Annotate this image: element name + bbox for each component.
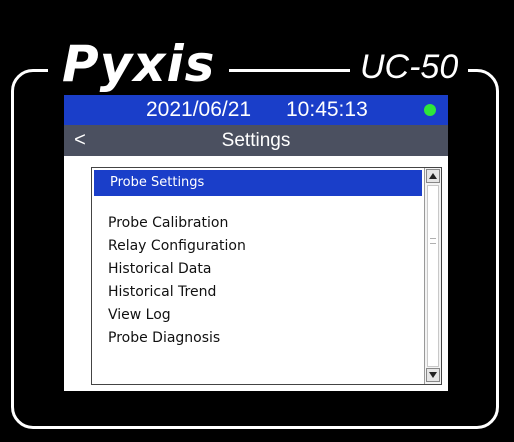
arrow-up-icon bbox=[429, 173, 437, 179]
menu-item-relay-configuration[interactable]: Relay Configuration bbox=[94, 235, 422, 257]
status-indicator-icon bbox=[424, 104, 436, 116]
scroll-down-button[interactable] bbox=[426, 368, 440, 382]
arrow-down-icon bbox=[429, 372, 437, 378]
thumb-grip-icon bbox=[430, 238, 436, 244]
model-label: UC-50 bbox=[350, 44, 469, 90]
menu-item-historical-trend[interactable]: Historical Trend bbox=[94, 281, 422, 303]
settings-menu-list: Probe Settings Probe Calibration Relay C… bbox=[91, 167, 442, 385]
controller-device: Pyxis UC-50 2021/06/21 10:45:13 Settings… bbox=[0, 0, 514, 442]
menu-item-probe-calibration[interactable]: Probe Calibration bbox=[94, 212, 422, 234]
brand-logo: Pyxis bbox=[48, 34, 230, 94]
menu-item-probe-settings[interactable]: Probe Settings bbox=[94, 170, 422, 196]
page-title: Settings bbox=[221, 130, 291, 151]
status-time: 10:45:13 bbox=[286, 98, 368, 121]
scroll-up-button[interactable] bbox=[426, 169, 440, 183]
menu-item-view-log[interactable]: View Log bbox=[94, 304, 422, 326]
title-bar: Settings < bbox=[64, 125, 448, 156]
status-bar: 2021/06/21 10:45:13 bbox=[64, 95, 448, 125]
menu-items: Probe Settings Probe Calibration Relay C… bbox=[92, 168, 422, 384]
status-date: 2021/06/21 bbox=[146, 98, 252, 121]
menu-item-probe-diagnosis[interactable]: Probe Diagnosis bbox=[94, 327, 422, 349]
scroll-thumb[interactable] bbox=[427, 185, 439, 367]
back-button[interactable]: < bbox=[68, 125, 92, 156]
display-screen: 2021/06/21 10:45:13 Settings < Probe Set… bbox=[64, 95, 448, 391]
menu-item-historical-data[interactable]: Historical Data bbox=[94, 258, 422, 280]
scrollbar[interactable] bbox=[424, 168, 441, 384]
